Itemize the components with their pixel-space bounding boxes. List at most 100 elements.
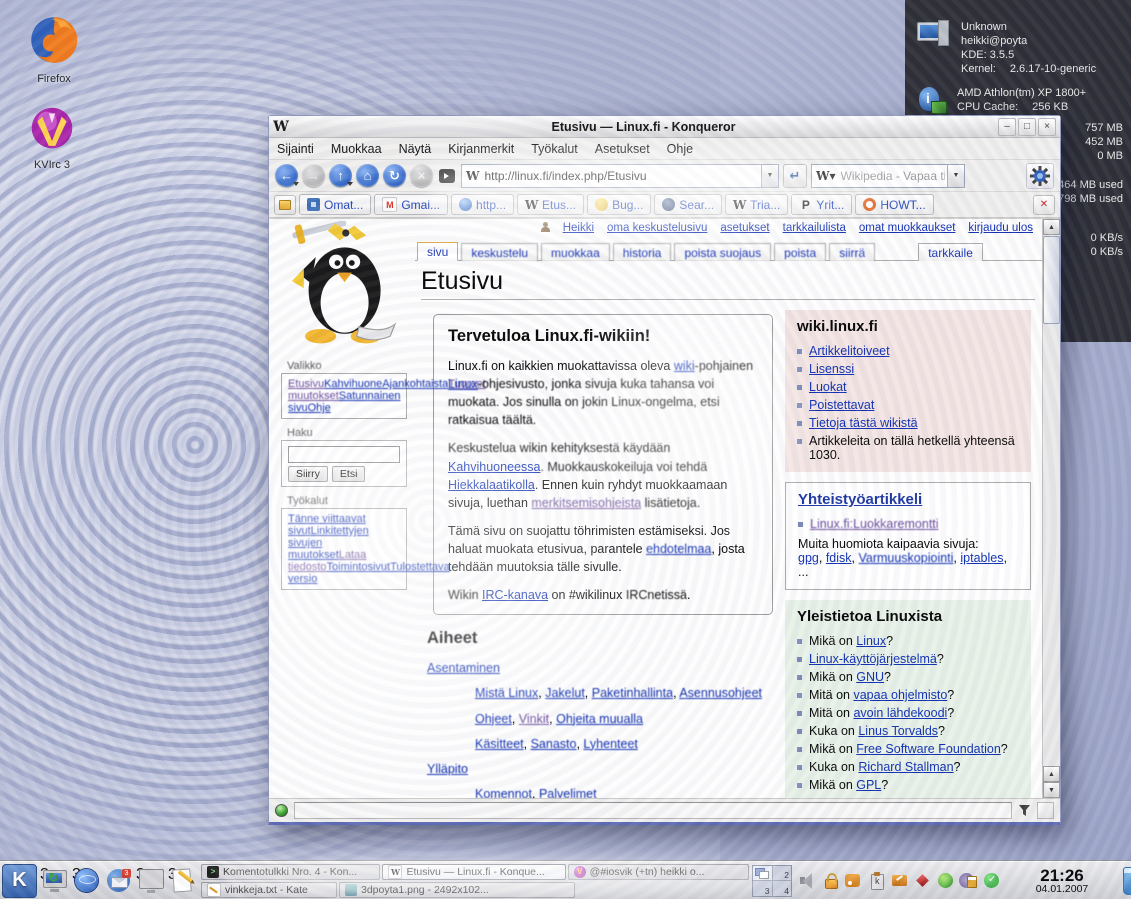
kate-icon[interactable]: 3 (168, 866, 198, 896)
titlebar[interactable]: W Etusivu — Linux.fi - Konqueror – □ × (269, 116, 1060, 138)
resize-grip[interactable] (1037, 802, 1054, 819)
up-button[interactable]: ↑ (329, 164, 352, 187)
wiki-link[interactable]: Paketinhallinta (592, 686, 673, 700)
scroll-up-button-2[interactable]: ▲ (1043, 766, 1060, 782)
task-konsole[interactable]: Komentotulkki Nro. 4 - Kon... (201, 864, 380, 880)
wiki-link[interactable]: Linux (856, 634, 886, 648)
menu-item[interactable]: Työkalut (531, 142, 578, 156)
close-button[interactable]: × (1038, 118, 1056, 136)
wiki-link[interactable]: Ohjeita muualla (556, 712, 643, 726)
wiki-link[interactable]: oma keskustelusivu (607, 222, 707, 234)
wiki-link[interactable]: fdisk (826, 551, 852, 565)
scroll-up-button[interactable]: ▲ (1043, 219, 1060, 235)
home-button[interactable]: ⌂ (356, 164, 379, 187)
wiki-link[interactable]: merkitsemisohjeista (531, 496, 641, 510)
wiki-link[interactable]: Ylläpito (427, 762, 468, 776)
wiki-link[interactable]: ehdotelmaa (646, 542, 711, 556)
wiki-tab[interactable]: historia (613, 243, 672, 261)
wiki-link[interactable]: Ohje (308, 402, 331, 414)
forward-button[interactable]: → (302, 164, 325, 187)
wiki-link[interactable]: wiki (674, 359, 695, 373)
minimize-button[interactable]: – (998, 118, 1016, 136)
volume-icon[interactable] (798, 871, 817, 890)
menu-item[interactable]: Sijainti (277, 142, 314, 156)
wiki-link[interactable]: Jakelut (545, 686, 585, 700)
task-konqueror[interactable]: Etusivu — Linux.fi - Konque... (382, 864, 565, 880)
menu-item[interactable]: Asetukset (595, 142, 650, 156)
wiki-search-input[interactable] (288, 446, 400, 463)
wiki-link[interactable]: GPL (856, 778, 881, 792)
wiki-link[interactable]: Free Software Foundation (856, 742, 1001, 756)
system-monitor-icon[interactable]: 3 (40, 866, 70, 896)
wiki-tab[interactable]: muokkaa (541, 243, 610, 261)
kmenu-button[interactable]: K (2, 864, 37, 898)
wiki-link[interactable]: Kahvihuoneessa (448, 460, 540, 474)
wiki-link[interactable]: Käsitteet (475, 737, 524, 751)
url-input[interactable] (482, 168, 761, 184)
wiki-link[interactable]: Ajankohtaista (382, 378, 448, 390)
wiki-link[interactable]: Etusivu (288, 378, 324, 390)
wiki-link[interactable]: Mistä Linux (475, 686, 538, 700)
task-image-viewer[interactable]: 3dpoyta1.png - 2492x102... (339, 882, 575, 898)
bookmark-gmail[interactable]: Gmai... (374, 194, 448, 215)
wiki-link[interactable]: Asentaminen (427, 661, 500, 675)
wiki-search-button[interactable]: Siirry (288, 466, 328, 482)
green-check-icon[interactable] (982, 871, 1001, 890)
wiki-link[interactable]: Luokat (809, 380, 847, 394)
wiki-link[interactable]: avoin lähdekoodi (853, 706, 947, 720)
glass-icon[interactable] (1123, 867, 1131, 895)
bookmark-search[interactable]: Sear... (654, 194, 722, 215)
back-button[interactable]: ← (275, 164, 298, 187)
lock-icon[interactable] (821, 871, 840, 890)
wiki-search-button[interactable]: Etsi (332, 466, 366, 482)
wiki-link[interactable]: Hiekkalaatikolla (448, 478, 535, 492)
wiki-link[interactable]: Linux.fi:Luokkaremontti (810, 517, 939, 531)
url-dropdown-arrow[interactable]: ▼ (761, 165, 778, 187)
wiki-link[interactable]: Lyhenteet (583, 737, 637, 751)
menu-item[interactable]: Ohje (667, 142, 693, 156)
wiki-link[interactable]: Komennot (475, 787, 532, 798)
brew-gear-icon[interactable] (959, 871, 978, 890)
wiki-link[interactable]: Toimintosivut (327, 561, 391, 573)
wiki-link[interactable]: asetukset (720, 222, 769, 234)
wiki-link[interactable]: Richard Stallman (858, 760, 953, 774)
pager-desktop-1[interactable] (753, 866, 772, 881)
kvirc-desktop-icon[interactable]: KVIrc 3 (10, 102, 94, 171)
kontact-icon[interactable]: 3 (104, 866, 134, 896)
wiki-link[interactable]: Lisenssi (809, 362, 854, 376)
scroll-down-button[interactable]: ▼ (1043, 782, 1060, 798)
wiki-tab[interactable]: sivu (417, 242, 458, 261)
wiki-link[interactable]: Ohjeet (475, 712, 512, 726)
wiki-link[interactable]: kirjaudu ulos (968, 222, 1033, 234)
search-dropdown-arrow[interactable]: ▼ (947, 165, 964, 187)
wiki-link[interactable]: Linux (448, 377, 478, 391)
wiki-link[interactable]: Artikkelitoiveet (809, 344, 890, 358)
funnel-icon[interactable] (1018, 804, 1031, 817)
bookmark-yrit[interactable]: Yrit... (791, 194, 852, 215)
wiki-link[interactable]: Poistettavat (809, 398, 874, 412)
bookmark-tria[interactable]: Tria... (725, 194, 788, 215)
pager-desktop[interactable]: 2 (773, 866, 792, 881)
task-kate[interactable]: vinkkeja.txt - Kate (201, 882, 337, 898)
wiki-link[interactable]: Tietoja tästä wikistä (809, 416, 918, 430)
bookmark-bug[interactable]: Bug... (587, 194, 651, 215)
web-search-input[interactable] (839, 168, 948, 184)
go-button[interactable]: ↵ (783, 164, 807, 188)
task-kvirc[interactable]: @#iosvik (+tn) heikki o... (568, 864, 749, 880)
wiki-link[interactable]: Vinkit (519, 712, 549, 726)
bookmark-overflow-icon[interactable]: ✕ (1033, 195, 1055, 215)
wiki-link[interactable]: tarkkailulista (783, 222, 846, 234)
menu-item[interactable]: Muokkaa (331, 142, 382, 156)
wiki-tab[interactable]: poista (774, 243, 826, 261)
bookmark-howto[interactable]: HOWT... (855, 194, 933, 215)
wiki-link[interactable]: omat muokkaukset (859, 222, 956, 234)
collab-title[interactable]: Yhteistyöartikkeli (798, 491, 1018, 508)
wiki-link[interactable]: gpg (798, 551, 819, 565)
wiki-link[interactable]: iptables (960, 551, 1003, 565)
chat-icon[interactable] (890, 871, 909, 890)
wiki-tab[interactable]: tarkkaile (918, 243, 983, 261)
wiki-link[interactable]: Sanasto (531, 737, 577, 751)
pager-desktop[interactable]: 3 (753, 881, 772, 896)
maximize-button[interactable]: □ (1018, 118, 1036, 136)
wiki-link[interactable]: GNU (856, 670, 884, 684)
